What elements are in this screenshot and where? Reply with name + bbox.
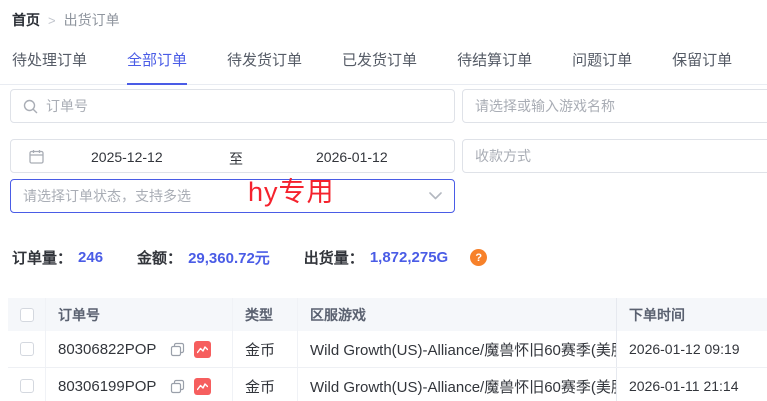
date-range-to-label: 至	[229, 149, 243, 169]
order-count-value: 246	[78, 249, 103, 266]
shipping-orders-page: 首页 > 出货订单 待处理订单 全部订单 待发货订单 已发货订单 待结算订单 问…	[0, 0, 767, 401]
chevron-down-icon[interactable]	[429, 192, 442, 200]
order-tabs: 待处理订单 全部订单 待发货订单 已发货订单 待结算订单 问题订单 保留订单	[0, 49, 767, 85]
header-type: 类型	[233, 298, 298, 331]
order-number-input[interactable]	[46, 98, 442, 114]
breadcrumb-current: 出货订单	[64, 10, 120, 30]
amount-label: 金额：	[137, 247, 182, 268]
order-time-cell: 2026-01-12 09:19	[616, 331, 767, 367]
tab-pending-orders[interactable]: 待处理订单	[12, 49, 87, 84]
breadcrumb-home[interactable]: 首页	[12, 10, 40, 30]
order-type-cell: 金币	[233, 331, 298, 367]
copy-icon[interactable]	[170, 342, 185, 357]
date-end-value[interactable]: 2026-01-12	[316, 149, 388, 165]
order-no-cell: 80306199POP	[46, 368, 233, 401]
breadcrumb-separator-icon: >	[48, 13, 56, 28]
image-badge-icon[interactable]	[194, 341, 211, 358]
shipment-label: 出货量：	[304, 247, 364, 268]
tab-all-orders[interactable]: 全部订单	[127, 49, 187, 85]
tab-problem-orders[interactable]: 问题订单	[572, 49, 632, 84]
tab-to-ship-orders[interactable]: 待发货订单	[227, 49, 302, 84]
tab-reserved-orders[interactable]: 保留订单	[672, 49, 732, 84]
search-icon	[23, 99, 38, 114]
select-all-cell	[8, 298, 46, 331]
watermark-text: hy专用	[248, 170, 335, 209]
row-select-cell	[8, 368, 46, 401]
payment-method-input[interactable]	[475, 148, 767, 164]
orders-table: 订单号 类型 区服游戏 下单时间 80306822POP 金币 Wild Gro…	[8, 298, 767, 401]
stats-bar: 订单量： 246 金额： 29,360.72元 出货量： 1,872,275G …	[12, 247, 487, 268]
order-no-text: 80306199POP	[58, 378, 156, 395]
header-order-time: 下单时间	[616, 298, 767, 331]
order-type-cell: 金币	[233, 368, 298, 401]
header-order-no: 订单号	[46, 298, 233, 331]
shipment-value: 1,872,275G	[370, 249, 448, 266]
game-name-search	[462, 89, 767, 123]
table-header-row: 订单号 类型 区服游戏 下单时间	[8, 298, 767, 331]
date-range-picker[interactable]: 2025-12-12 至 2026-01-12	[10, 139, 455, 173]
row-checkbox[interactable]	[20, 379, 34, 393]
amount-value: 29,360.72元	[188, 247, 270, 268]
order-number-search	[10, 89, 455, 123]
select-all-checkbox[interactable]	[20, 308, 34, 322]
breadcrumb: 首页 > 出货订单	[12, 10, 120, 30]
row-checkbox[interactable]	[20, 342, 34, 356]
help-icon[interactable]: ?	[470, 249, 487, 266]
order-no-cell: 80306822POP	[46, 331, 233, 367]
game-name-input[interactable]	[475, 98, 767, 114]
date-start-value[interactable]: 2025-12-12	[91, 149, 163, 165]
tab-shipped-orders[interactable]: 已发货订单	[342, 49, 417, 84]
game-cell: Wild Growth(US)-Alliance/魔兽怀旧60赛季(美服)	[298, 331, 617, 367]
payment-method-select[interactable]	[462, 139, 767, 173]
copy-icon[interactable]	[170, 379, 185, 394]
game-cell: Wild Growth(US)-Alliance/魔兽怀旧60赛季(美服)	[298, 368, 617, 401]
order-no-text: 80306822POP	[58, 341, 156, 358]
tab-to-settle-orders[interactable]: 待结算订单	[457, 49, 532, 84]
image-badge-icon[interactable]	[194, 378, 211, 395]
table-row[interactable]: 80306199POP 金币 Wild Growth(US)-Alliance/…	[8, 368, 767, 401]
order-time-cell: 2026-01-11 21:14	[616, 368, 767, 401]
calendar-icon	[29, 149, 44, 164]
order-count-label: 订单量：	[12, 247, 72, 268]
row-select-cell	[8, 331, 46, 367]
table-row[interactable]: 80306822POP 金币 Wild Growth(US)-Alliance/…	[8, 331, 767, 368]
order-status-placeholder: 请选择订单状态，支持多选	[23, 186, 191, 206]
order-status-multiselect[interactable]: 请选择订单状态，支持多选	[10, 179, 455, 213]
header-game: 区服游戏	[298, 298, 617, 331]
